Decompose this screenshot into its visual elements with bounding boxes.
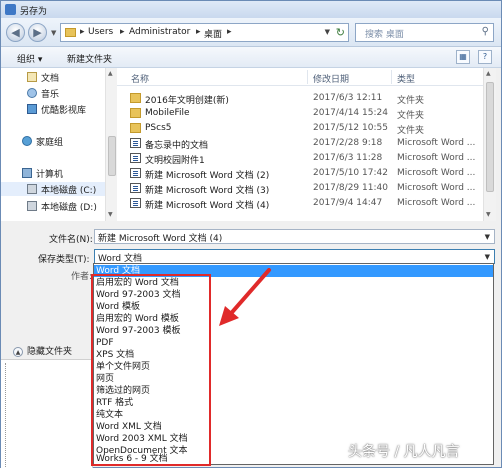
new-folder-button[interactable]: 新建文件夹 xyxy=(67,52,112,65)
scroll-down-icon[interactable]: ▼ xyxy=(108,211,113,218)
nav-item-video-library[interactable]: 优酷影视库 xyxy=(1,102,105,116)
forward-button[interactable]: ▶ xyxy=(28,23,47,42)
word-document-icon xyxy=(130,168,141,178)
file-list-scrollbar[interactable]: ▲ ▼ xyxy=(483,68,496,221)
search-input[interactable]: 搜索 桌面 xyxy=(365,27,404,40)
table-row[interactable]: 新建 Microsoft Word 文档 (2) 2017/5/10 17:42… xyxy=(117,166,483,181)
scroll-up-icon[interactable]: ▲ xyxy=(486,70,491,77)
folder-icon xyxy=(130,93,141,103)
column-header-name[interactable]: 名称 xyxy=(131,72,149,85)
video-library-icon xyxy=(27,104,37,114)
drive-icon xyxy=(27,201,37,211)
recent-locations-dropdown-icon[interactable]: ▼ xyxy=(51,29,56,37)
search-icon[interactable]: ⚲ xyxy=(482,26,489,37)
file-list: 名称 修改日期 类型 2016年文明创建(新) 2017/6/3 12:11 文… xyxy=(117,68,483,221)
word-app-icon xyxy=(5,4,16,15)
chevron-down-icon[interactable]: ▼ xyxy=(485,233,490,241)
scroll-up-icon[interactable]: ▲ xyxy=(108,70,113,77)
drive-icon xyxy=(27,184,37,194)
computer-icon xyxy=(22,168,32,178)
chevron-up-icon[interactable]: ▲ xyxy=(13,346,23,357)
address-bar[interactable]: ▸ Users ▸ Administrator ▸ 桌面 ▸ ▼ ↻ xyxy=(60,23,349,42)
title-bar: 另存为 xyxy=(1,1,501,18)
breadcrumb-separator-icon[interactable]: ▸ xyxy=(120,27,125,37)
column-divider[interactable] xyxy=(307,70,308,84)
breadcrumb-separator-icon[interactable]: ▸ xyxy=(80,27,85,37)
nav-item-documents[interactable]: 文档 xyxy=(1,70,105,84)
folder-icon xyxy=(130,108,141,118)
column-header-date[interactable]: 修改日期 xyxy=(313,72,349,85)
hide-folders-button[interactable]: ▲ 隐藏文件夹 xyxy=(13,344,72,357)
red-arrow-annotation xyxy=(219,268,271,326)
music-icon xyxy=(27,88,37,98)
help-icon[interactable]: ? xyxy=(478,50,492,64)
document-background xyxy=(1,359,93,468)
toolbar: 组织 ▾ 新建文件夹 ▦ ? xyxy=(1,47,501,68)
word-document-icon xyxy=(130,153,141,163)
breadcrumb-separator-icon[interactable]: ▸ xyxy=(227,27,232,37)
watermark: 头条号 / 凡人凡言 xyxy=(348,444,460,460)
highlight-box xyxy=(91,274,211,466)
nav-item-drive-c[interactable]: 本地磁盘 (C:) xyxy=(1,182,105,196)
table-row[interactable]: 2016年文明创建(新) 2017/6/3 12:11 文件夹 xyxy=(117,91,483,106)
folder-icon xyxy=(130,123,141,133)
scrollbar-thumb[interactable] xyxy=(108,136,116,176)
filetype-label: 保存类型(T): xyxy=(38,255,90,265)
table-row[interactable]: 文明校园附件1 2017/6/3 11:28 Microsoft Word ..… xyxy=(117,151,483,166)
view-options-icon[interactable]: ▦ xyxy=(456,50,470,64)
author-label: 作者: xyxy=(71,272,93,282)
nav-item-homegroup[interactable]: 家庭组 xyxy=(1,134,105,148)
nav-item-drive-d[interactable]: 本地磁盘 (D:) xyxy=(1,199,105,213)
navigation-pane: 文档 音乐 优酷影视库 家庭组 计算机 本地磁盘 (C:) 本地磁盘 (D:) xyxy=(1,68,107,221)
column-divider[interactable] xyxy=(391,70,392,84)
nav-pane-scrollbar[interactable]: ▲ ▼ xyxy=(105,68,117,221)
homegroup-icon xyxy=(22,136,32,146)
breadcrumb-desktop[interactable]: 桌面 xyxy=(204,27,222,40)
organize-button[interactable]: 组织 ▾ xyxy=(17,52,42,65)
table-row[interactable]: 备忘录中的文档 2017/2/28 9:18 Microsoft Word ..… xyxy=(117,136,483,151)
table-row[interactable]: 新建 Microsoft Word 文档 (3) 2017/8/29 11:40… xyxy=(117,181,483,196)
filename-field[interactable]: 新建 Microsoft Word 文档 (4) ▼ xyxy=(94,229,495,244)
refresh-icon[interactable]: ↻ xyxy=(336,26,345,39)
breadcrumb-administrator[interactable]: Administrator xyxy=(129,27,190,37)
word-document-icon xyxy=(130,138,141,148)
table-row[interactable]: 新建 Microsoft Word 文档 (4) 2017/9/4 14:47 … xyxy=(117,196,483,211)
address-dropdown-icon[interactable]: ▼ xyxy=(325,28,330,36)
filename-label: 文件名(N): xyxy=(49,235,93,245)
ruler xyxy=(5,363,11,467)
arrow-shaft xyxy=(225,268,271,320)
word-document-icon xyxy=(130,183,141,193)
column-header-row: 名称 修改日期 类型 xyxy=(117,68,483,86)
back-button[interactable]: ◀ xyxy=(6,23,25,42)
scroll-down-icon[interactable]: ▼ xyxy=(486,211,491,218)
chevron-down-icon[interactable]: ▼ xyxy=(485,253,490,261)
window-title: 另存为 xyxy=(20,7,48,17)
table-row[interactable]: PScs5 2017/5/12 10:55 文件夹 xyxy=(117,121,483,136)
column-header-type[interactable]: 类型 xyxy=(397,72,415,85)
folder-icon xyxy=(65,28,76,37)
filetype-select[interactable]: Word 文档 ▼ xyxy=(94,249,495,264)
nav-item-computer[interactable]: 计算机 xyxy=(1,166,105,180)
documents-icon xyxy=(27,72,37,82)
breadcrumb-users[interactable]: Users xyxy=(88,27,113,37)
nav-item-music[interactable]: 音乐 xyxy=(1,86,105,100)
scrollbar-thumb[interactable] xyxy=(486,82,494,192)
navigation-bar: ◀ ▶ ▼ ▸ Users ▸ Administrator ▸ 桌面 ▸ ▼ ↻… xyxy=(1,18,501,47)
word-document-icon xyxy=(130,198,141,208)
search-box[interactable]: 搜索 桌面 ⚲ xyxy=(355,23,494,42)
breadcrumb-separator-icon[interactable]: ▸ xyxy=(196,27,201,37)
table-row[interactable]: MobileFile 2017/4/14 15:24 文件夹 xyxy=(117,106,483,121)
